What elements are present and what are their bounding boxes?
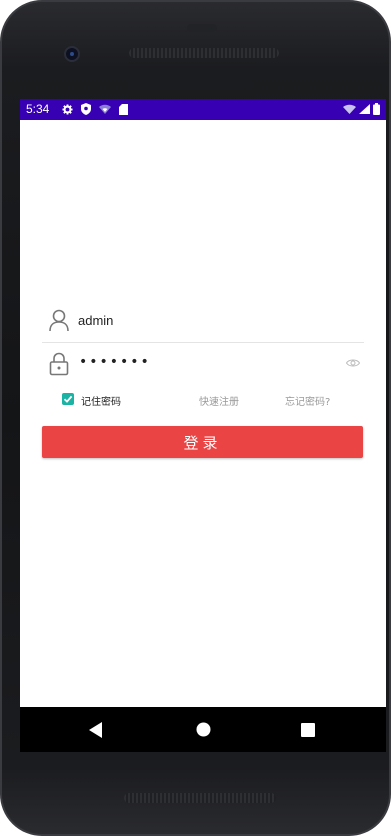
forgot-password-link[interactable]: 忘记密码?: [285, 393, 330, 408]
status-icons-left: [62, 102, 128, 116]
bottom-speaker: [124, 793, 276, 803]
username-input[interactable]: [78, 313, 318, 328]
remember-password-label[interactable]: 记住密码: [81, 393, 121, 408]
signal-icon: [359, 104, 370, 114]
recents-icon: [301, 722, 315, 737]
shield-icon: [81, 103, 91, 115]
check-icon: [63, 395, 73, 403]
status-bar: 5:34: [20, 99, 386, 120]
phone-frame: 5:34 admin ••••••• 记住密码 快速注册 忘记密码? 登录: [0, 0, 391, 836]
login-button[interactable]: 登录: [42, 426, 363, 458]
battery-icon: [373, 103, 380, 115]
password-row: •••••••: [42, 347, 364, 383]
username-row: [42, 304, 364, 343]
status-icons-right: [343, 102, 380, 116]
home-button[interactable]: [183, 707, 223, 752]
back-button[interactable]: [76, 707, 116, 752]
recents-button[interactable]: [288, 707, 328, 752]
top-speaker: [129, 48, 279, 58]
wifi-off-icon: [99, 104, 111, 114]
home-icon: [196, 722, 210, 737]
password-input[interactable]: •••••••: [79, 354, 151, 370]
status-time: 5:34: [26, 102, 50, 116]
eye-icon[interactable]: [346, 358, 360, 368]
navigation-bar: [20, 707, 386, 752]
front-camera: [64, 46, 80, 62]
settings-icon: [62, 103, 73, 115]
earpiece-sensor: [187, 24, 217, 32]
login-options: 记住密码 快速注册 忘记密码?: [62, 391, 362, 409]
remember-password-checkbox[interactable]: [62, 393, 74, 405]
user-icon: [49, 309, 69, 332]
quick-register-link[interactable]: 快速注册: [199, 393, 239, 408]
lock-icon: [49, 352, 69, 376]
wifi-icon: [343, 104, 356, 114]
back-icon: [89, 721, 102, 738]
username-divider: [42, 342, 364, 343]
sd-card-icon: [119, 103, 128, 115]
screen: 5:34 admin ••••••• 记住密码 快速注册 忘记密码? 登录: [20, 99, 386, 707]
